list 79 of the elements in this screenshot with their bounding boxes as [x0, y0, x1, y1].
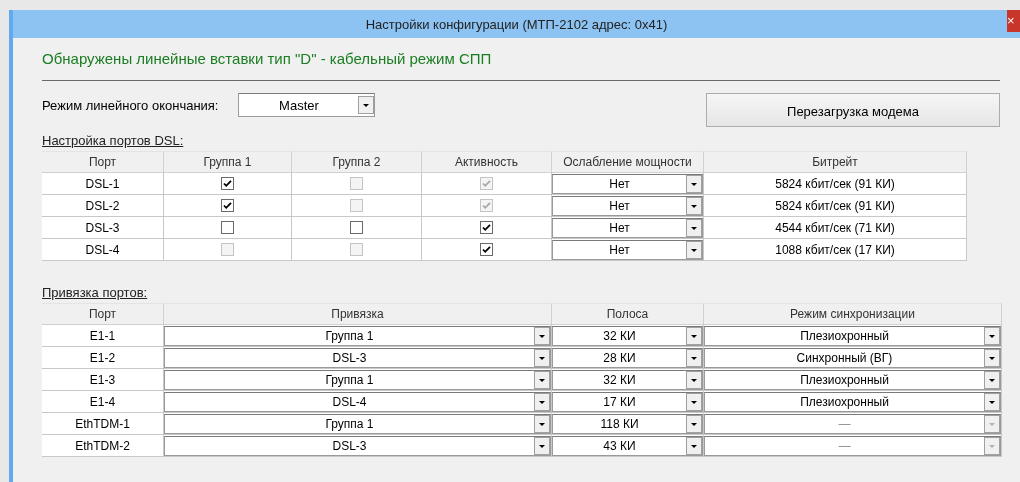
caret-icon[interactable]: [534, 348, 550, 367]
dropdown[interactable]: Синхронный (ВГ): [704, 347, 1001, 368]
dropdown[interactable]: 17 КИ: [552, 391, 703, 412]
caret-icon[interactable]: [686, 348, 702, 367]
dropdown[interactable]: Группа 1: [164, 325, 551, 346]
table-cell: E1-2: [42, 347, 164, 369]
dropdown[interactable]: Плезиохронный: [704, 325, 1001, 346]
table-cell: E1-3: [42, 369, 164, 391]
dropdown[interactable]: Нет: [552, 239, 703, 260]
dropdown[interactable]: DSL-3: [164, 347, 551, 368]
caret-icon[interactable]: [686, 240, 702, 259]
dropdown[interactable]: DSL-3: [164, 435, 551, 456]
table-cell: 1088 кбит/сек (17 КИ): [704, 239, 967, 261]
column-header: Порт: [42, 303, 164, 325]
column-header: Порт: [42, 151, 164, 173]
checkbox[interactable]: [480, 243, 493, 256]
column-header: Полоса: [552, 303, 704, 325]
column-header: Активность: [422, 151, 552, 173]
dropdown[interactable]: Плезиохронный: [704, 369, 1001, 390]
status-message: Обнаружены линейные вставки тип "D" - кабельный режим СПП: [42, 49, 493, 69]
table-cell: DSL-4: [42, 239, 164, 261]
dropdown[interactable]: 43 КИ: [552, 435, 703, 456]
window-title: Настройки конфигурации (МТП-2102 адрес: 0x41): [365, 16, 668, 32]
caret-icon[interactable]: [686, 370, 702, 389]
dropdown[interactable]: Нет: [552, 195, 703, 216]
dropdown[interactable]: DSL-4: [164, 391, 551, 412]
caret-icon[interactable]: [686, 414, 702, 433]
caret-icon[interactable]: [984, 392, 1000, 411]
caret-icon[interactable]: [686, 218, 702, 237]
table-cell: EthTDM-2: [42, 435, 164, 457]
column-header: Режим синхронизации: [704, 303, 1002, 325]
checkbox[interactable]: [480, 221, 493, 234]
caret-icon[interactable]: [686, 174, 702, 193]
caret-icon[interactable]: [534, 326, 550, 345]
column-header: Ослабление мощности: [552, 151, 704, 173]
caret-icon[interactable]: [358, 96, 375, 114]
table-cell: E1-4: [42, 391, 164, 413]
caret-icon[interactable]: [686, 392, 702, 411]
table-cell: 5824 кбит/сек (91 КИ): [704, 195, 967, 217]
caret-icon[interactable]: [686, 326, 702, 345]
column-header: Группа 1: [164, 151, 292, 173]
field-label: Режим линейного окончания:: [42, 97, 219, 113]
caret-icon[interactable]: [686, 436, 702, 455]
caret-icon[interactable]: [984, 326, 1000, 345]
checkbox[interactable]: [350, 221, 363, 234]
caret-icon[interactable]: [534, 370, 550, 389]
caret-icon[interactable]: [984, 348, 1000, 367]
dropdown[interactable]: Группа 1: [164, 369, 551, 390]
dropdown[interactable]: Группа 1: [164, 413, 551, 434]
dropdown[interactable]: 28 КИ: [552, 347, 703, 368]
checkbox[interactable]: [221, 199, 234, 212]
dropdown[interactable]: Нет: [552, 173, 703, 194]
close-button[interactable]: ×: [1007, 10, 1020, 32]
table-cell: DSL-1: [42, 173, 164, 195]
caret-icon[interactable]: [686, 196, 702, 215]
column-header: Группа 2: [292, 151, 422, 173]
column-header: Битрейт: [704, 151, 967, 173]
dropdown[interactable]: 32 КИ: [552, 325, 703, 346]
dropdown[interactable]: 118 КИ: [552, 413, 703, 434]
caret-icon[interactable]: [534, 436, 550, 455]
dropdown[interactable]: 32 КИ: [552, 369, 703, 390]
dropdown[interactable]: Master: [238, 93, 376, 117]
section-title: Привязка портов:: [42, 285, 149, 302]
table-cell: EthTDM-1: [42, 413, 164, 435]
caret-icon[interactable]: [984, 370, 1000, 389]
checkbox[interactable]: [221, 177, 234, 190]
table-cell: E1-1: [42, 325, 164, 347]
table-cell: 5824 кбит/сек (91 КИ): [704, 173, 967, 195]
table-cell: DSL-2: [42, 195, 164, 217]
table-cell: DSL-3: [42, 217, 164, 239]
dropdown[interactable]: Плезиохронный: [704, 391, 1001, 412]
checkbox[interactable]: [221, 221, 234, 234]
table-cell: 4544 кбит/сек (71 КИ): [704, 217, 967, 239]
caret-icon[interactable]: [534, 414, 550, 433]
dropdown[interactable]: Нет: [552, 217, 703, 238]
reload-button[interactable]: Перезагрузка модема: [706, 93, 1000, 127]
column-header: Привязка: [164, 303, 552, 325]
section-title: Настройка портов DSL:: [42, 133, 185, 150]
caret-icon[interactable]: [534, 392, 550, 411]
